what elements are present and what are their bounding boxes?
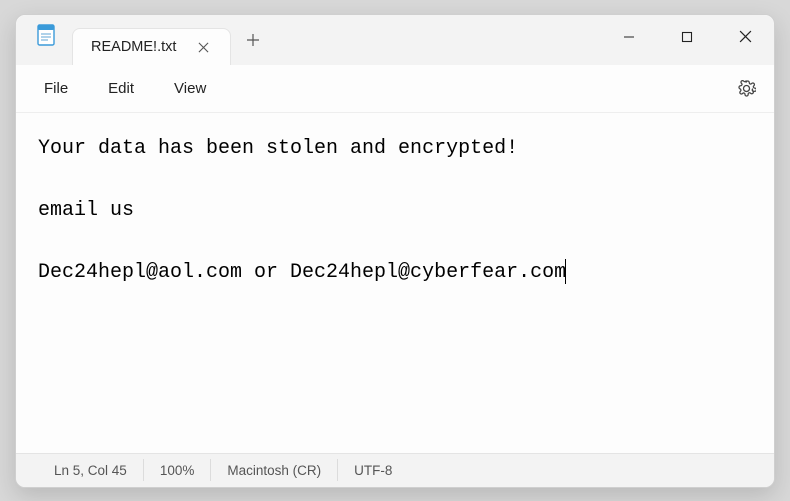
status-position[interactable]: Ln 5, Col 45: [38, 459, 144, 481]
text-editor-area[interactable]: Your data has been stolen and encrypted!…: [16, 113, 774, 453]
document-content: Your data has been stolen and encrypted!…: [38, 137, 566, 284]
close-icon: [198, 42, 209, 53]
close-icon: [739, 30, 752, 43]
maximize-button[interactable]: [658, 15, 716, 59]
gear-icon: [737, 79, 756, 98]
notepad-app-icon: [34, 23, 58, 47]
window-controls: [600, 15, 774, 59]
tab-title: README!.txt: [91, 39, 176, 55]
menu-bar: File Edit View: [16, 65, 774, 113]
tab-active[interactable]: README!.txt: [72, 28, 231, 66]
menu-edit[interactable]: Edit: [88, 72, 154, 105]
close-window-button[interactable]: [716, 15, 774, 59]
menu-view[interactable]: View: [154, 72, 226, 105]
new-tab-button[interactable]: [235, 22, 271, 58]
status-bar: Ln 5, Col 45 100% Macintosh (CR) UTF-8: [16, 453, 774, 487]
tab-close-button[interactable]: [190, 34, 216, 60]
menu-file[interactable]: File: [24, 72, 88, 105]
title-bar[interactable]: README!.txt: [16, 15, 774, 65]
status-zoom[interactable]: 100%: [144, 459, 212, 481]
settings-button[interactable]: [728, 70, 764, 106]
notepad-window: README!.txt: [15, 14, 775, 488]
minimize-icon: [623, 31, 635, 43]
maximize-icon: [681, 31, 693, 43]
status-line-ending[interactable]: Macintosh (CR): [211, 459, 338, 481]
plus-icon: [246, 33, 260, 47]
status-encoding[interactable]: UTF-8: [338, 459, 408, 481]
text-caret: [565, 259, 566, 284]
minimize-button[interactable]: [600, 15, 658, 59]
